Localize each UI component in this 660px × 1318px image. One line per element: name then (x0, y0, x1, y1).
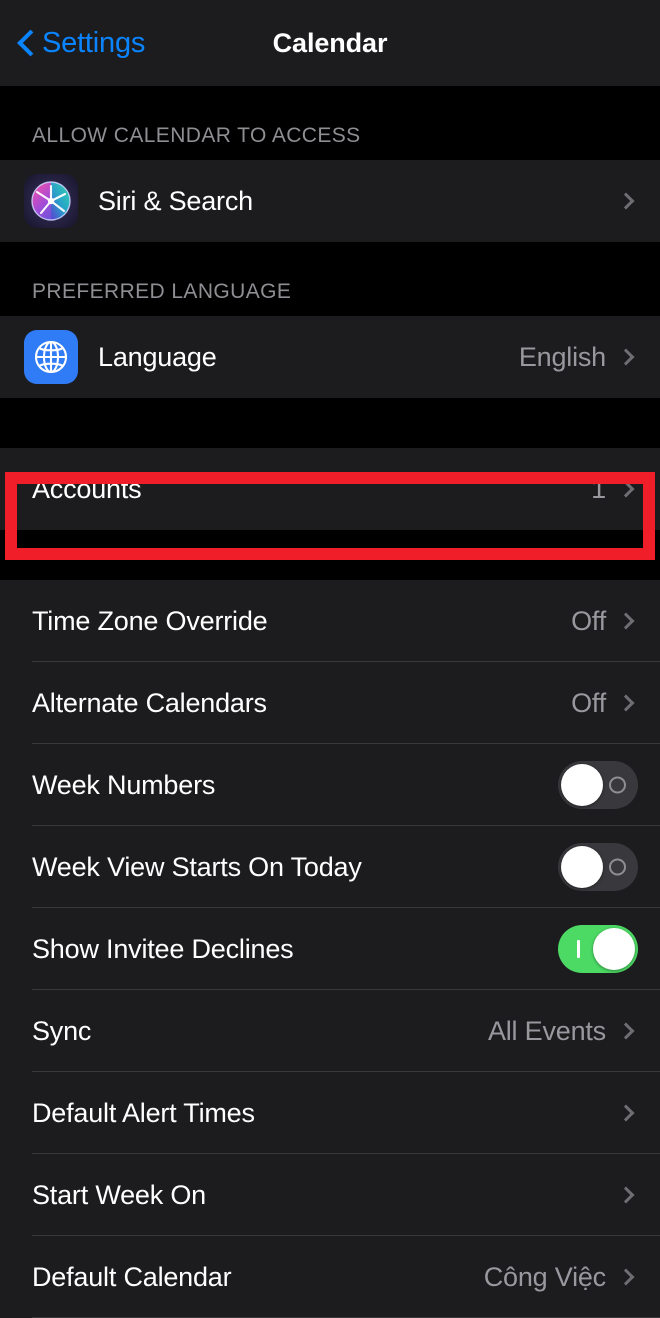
toggle-week-view-starts-on-today[interactable] (558, 843, 638, 891)
row-time-zone-override[interactable]: Time Zone Override Off (0, 580, 660, 662)
row-value: English (518, 341, 606, 372)
section-header-preferred-language: PREFERRED LANGUAGE (0, 242, 660, 316)
section-header-calendar-options (0, 530, 660, 580)
toggle-on-marker-icon (577, 940, 580, 958)
section-header-allow-access: ALLOW CALENDAR TO ACCESS (0, 86, 660, 160)
row-label: Default Alert Times (32, 1097, 255, 1128)
row-label: Week Numbers (32, 769, 216, 800)
section-group-allow-access: Siri & Search (0, 160, 660, 242)
row-show-invitee-declines[interactable]: Show Invitee Declines (0, 908, 660, 990)
toggle-off-marker-icon (609, 776, 626, 794)
row-sync[interactable]: Sync All Events (0, 990, 660, 1072)
chevron-right-icon (617, 192, 635, 210)
row-label: Siri & Search (98, 185, 253, 216)
row-value: Công Việc (483, 1261, 606, 1292)
row-value: All Events (487, 1015, 606, 1046)
row-label: Alternate Calendars (32, 687, 267, 718)
row-label: Sync (32, 1015, 92, 1046)
toggle-knob (561, 846, 603, 888)
row-label: Accounts (32, 473, 142, 504)
chevron-right-icon (617, 612, 635, 630)
row-language[interactable]: Language English (0, 316, 660, 398)
toggle-knob (593, 928, 635, 970)
chevron-right-icon (617, 1104, 635, 1122)
section-group-accounts: Accounts 1 (0, 448, 660, 530)
row-alternate-calendars[interactable]: Alternate Calendars Off (0, 662, 660, 744)
page-title: Calendar (272, 27, 388, 58)
chevron-right-icon (617, 480, 635, 498)
globe-icon (24, 330, 78, 384)
row-label: Default Calendar (32, 1261, 232, 1292)
section-header-accounts (0, 398, 660, 448)
row-label: Language (98, 341, 217, 372)
row-start-week-on[interactable]: Start Week On (0, 1154, 660, 1236)
chevron-right-icon (617, 348, 635, 366)
row-value: 1 (591, 473, 606, 504)
row-label: Week View Starts On Today (32, 851, 362, 882)
row-label: Start Week On (32, 1179, 206, 1210)
row-default-calendar[interactable]: Default Calendar Công Việc (0, 1236, 660, 1318)
toggle-off-marker-icon (609, 858, 626, 876)
settings-list[interactable]: ALLOW CALENDAR TO ACCESS Siri & Search P… (0, 86, 660, 1318)
toggle-show-invitee-declines[interactable] (558, 925, 638, 973)
section-group-preferred-language: Language English (0, 316, 660, 398)
row-label: Show Invitee Declines (32, 933, 294, 964)
chevron-right-icon (617, 1022, 635, 1040)
chevron-right-icon (617, 694, 635, 712)
row-siri-and-search[interactable]: Siri & Search (0, 160, 660, 242)
navigation-bar: Settings Calendar (0, 0, 660, 86)
toggle-knob (561, 764, 603, 806)
row-week-view-starts-on-today[interactable]: Week View Starts On Today (0, 826, 660, 908)
siri-icon (24, 174, 78, 228)
row-label: Time Zone Override (32, 605, 268, 636)
section-group-calendar-options: Time Zone Override Off Alternate Calenda… (0, 580, 660, 1318)
toggle-week-numbers[interactable] (558, 761, 638, 809)
row-value: Off (571, 687, 606, 718)
row-default-alert-times[interactable]: Default Alert Times (0, 1072, 660, 1154)
row-value: Off (571, 605, 606, 636)
chevron-right-icon (617, 1186, 635, 1204)
chevron-right-icon (617, 1268, 635, 1286)
row-week-numbers[interactable]: Week Numbers (0, 744, 660, 826)
row-accounts[interactable]: Accounts 1 (0, 448, 660, 530)
